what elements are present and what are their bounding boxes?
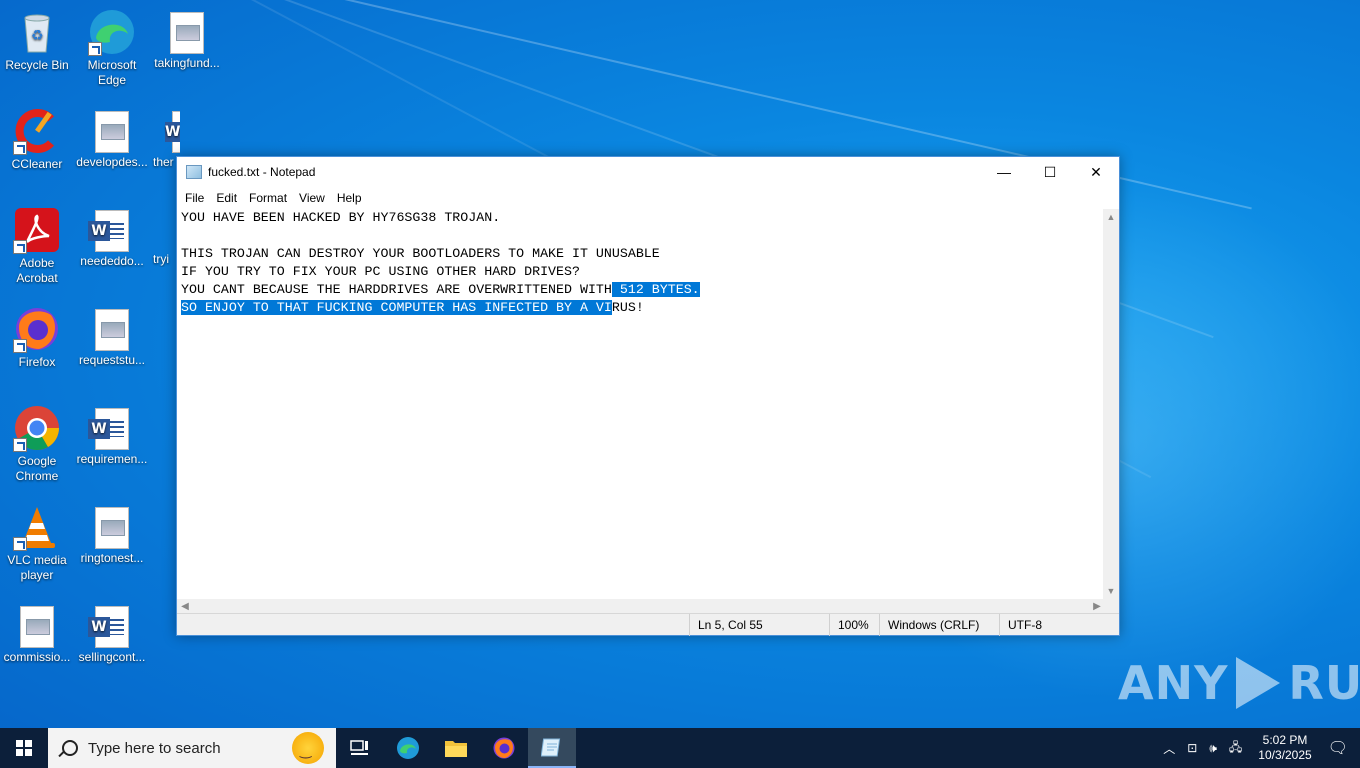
anyrun-watermark: ANY RUN (1118, 656, 1360, 710)
text-line-6-unselected: RUS! (611, 300, 644, 315)
status-line-ending: Windows (CRLF) (879, 614, 999, 636)
word-file-icon: W (88, 210, 129, 252)
text-line-6-selected: SO ENJOY TO THAT FUCKING COMPUTER HAS IN… (181, 300, 612, 315)
weather-sun-icon[interactable] (292, 732, 324, 764)
notepad-titlebar[interactable]: fucked.txt - Notepad — ☐ ✕ (177, 157, 1119, 187)
taskbar-search-box[interactable]: Type here to search (48, 728, 336, 768)
desktop-icon-ccleaner[interactable]: CCleaner (0, 107, 74, 172)
text-line-5: YOU CANT BECAUSE THE HARDDRIVES ARE OVER… (181, 281, 1105, 299)
menu-view[interactable]: View (293, 191, 331, 205)
acrobat-icon (13, 206, 61, 254)
text-editor-area[interactable]: YOU HAVE BEEN HACKED BY HY76SG38 TROJAN.… (177, 209, 1105, 599)
menu-format[interactable]: Format (243, 191, 293, 205)
desktop-icon-adobe-acrobat[interactable]: Adobe Acrobat (0, 206, 74, 286)
clock-time: 5:02 PM (1262, 733, 1308, 747)
ccleaner-icon (13, 107, 61, 155)
recycle-bin-icon: ♻ (13, 8, 61, 56)
menu-help[interactable]: Help (331, 191, 368, 205)
task-view-button[interactable] (336, 728, 384, 768)
search-icon (62, 740, 78, 756)
volume-icon[interactable]: 🕪 (1209, 741, 1217, 756)
image-file-icon (20, 606, 54, 648)
menu-edit[interactable]: Edit (210, 191, 243, 205)
text-line-5-unselected: YOU CANT BECAUSE THE HARDDRIVES ARE OVER… (181, 282, 612, 297)
maximize-button[interactable]: ☐ (1027, 157, 1073, 187)
firefox-icon (493, 737, 515, 759)
close-button[interactable]: ✕ (1073, 157, 1119, 187)
show-hidden-icons-chevron-icon[interactable]: ︿ (1163, 740, 1175, 757)
meet-now-icon[interactable]: ⊡ (1187, 741, 1197, 755)
notifications-icon[interactable]: 🗨 (1328, 738, 1348, 758)
desktop-icon-file-takingfund[interactable]: takingfund... (150, 8, 224, 71)
status-bar: Ln 5, Col 55 100% Windows (CRLF) UTF-8 (177, 613, 1119, 636)
status-zoom: 100% (829, 614, 879, 636)
desktop-icon-file-requeststu[interactable]: requeststu... (75, 305, 149, 368)
desktop-icon-edge[interactable]: Microsoft Edge (75, 8, 149, 88)
taskbar: Type here to search ︿ ⊡ 🕪 🖧 5:02 PM 10/3… (0, 728, 1360, 768)
task-view-icon (350, 740, 368, 755)
svg-text:♻: ♻ (31, 27, 44, 43)
start-button[interactable] (0, 728, 48, 768)
image-file-icon (95, 111, 129, 153)
edge-icon (88, 8, 136, 56)
windows-logo-icon (16, 740, 32, 756)
system-tray: ︿ ⊡ 🕪 🖧 5:02 PM 10/3/2025 🗨 (1157, 728, 1360, 768)
menu-bar: File Edit Format View Help (177, 187, 1119, 209)
status-encoding: UTF-8 (999, 614, 1117, 636)
desktop-icon-file-developdes[interactable]: developdes... (75, 107, 149, 170)
edge-icon (397, 737, 419, 759)
play-icon (1236, 657, 1281, 709)
firefox-icon (13, 305, 61, 353)
text-line-3: THIS TROJAN CAN DESTROY YOUR BOOTLOADERS… (181, 246, 660, 261)
desktop-icon-firefox[interactable]: Firefox (0, 305, 74, 370)
desktop-icon-recycle-bin[interactable]: ♻ Recycle Bin (0, 8, 74, 73)
desktop-icon-word-neededdo[interactable]: W neededdo... (75, 206, 149, 269)
taskbar-edge-button[interactable] (384, 728, 432, 768)
vlc-icon (13, 503, 61, 551)
menu-file[interactable]: File (179, 191, 210, 205)
folder-icon (445, 741, 467, 757)
text-line-2: ​ (181, 227, 1105, 245)
minimize-button[interactable]: — (981, 157, 1027, 187)
image-file-icon (95, 309, 129, 351)
scroll-up-arrow-icon[interactable]: ▲ (1103, 209, 1119, 225)
status-cursor-position: Ln 5, Col 55 (689, 614, 829, 636)
text-line-4: IF YOU TRY TO FIX YOUR PC USING OTHER HA… (181, 264, 580, 279)
word-file-icon: W (88, 408, 129, 450)
scroll-down-arrow-icon[interactable]: ▼ (1103, 583, 1119, 599)
desktop-icon-vlc[interactable]: VLC media player (0, 503, 74, 583)
image-file-icon (95, 507, 129, 549)
network-icon[interactable]: 🖧 (1229, 738, 1242, 759)
word-file-icon: W (165, 111, 180, 153)
window-title: fucked.txt - Notepad (208, 165, 316, 179)
text-line-5-selected: 512 BYTES. (611, 282, 700, 297)
notepad-icon (541, 738, 561, 757)
search-placeholder: Type here to search (88, 739, 221, 757)
desktop-icon-file-tryi[interactable]: tryi (150, 206, 178, 267)
desktop-icon-word-requiremen[interactable]: W requiremen... (75, 404, 149, 467)
clock-date: 10/3/2025 (1258, 748, 1312, 762)
desktop-icon-file-ringtonest[interactable]: ringtonest... (75, 503, 149, 566)
word-file-icon: W (88, 606, 129, 648)
vertical-scrollbar[interactable]: ▲ ▼ (1103, 209, 1119, 599)
clock[interactable]: 5:02 PM 10/3/2025 (1258, 733, 1311, 763)
taskbar-notepad-button[interactable] (528, 728, 576, 768)
text-line-6: SO ENJOY TO THAT FUCKING COMPUTER HAS IN… (181, 299, 1105, 317)
notepad-window[interactable]: fucked.txt - Notepad — ☐ ✕ File Edit For… (176, 156, 1120, 636)
chrome-icon (13, 404, 61, 452)
text-line-1: YOU HAVE BEEN HACKED BY HY76SG38 TROJAN. (181, 210, 501, 225)
desktop-icon-word-sellingcont[interactable]: W sellingcont... (75, 602, 149, 665)
taskbar-firefox-button[interactable] (480, 728, 528, 768)
desktop-icon-file-commissio[interactable]: commissio... (0, 602, 74, 665)
notepad-icon (186, 165, 202, 179)
desktop-icon-chrome[interactable]: Google Chrome (0, 404, 74, 484)
image-file-icon (170, 12, 204, 54)
taskbar-file-explorer-button[interactable] (432, 728, 480, 768)
